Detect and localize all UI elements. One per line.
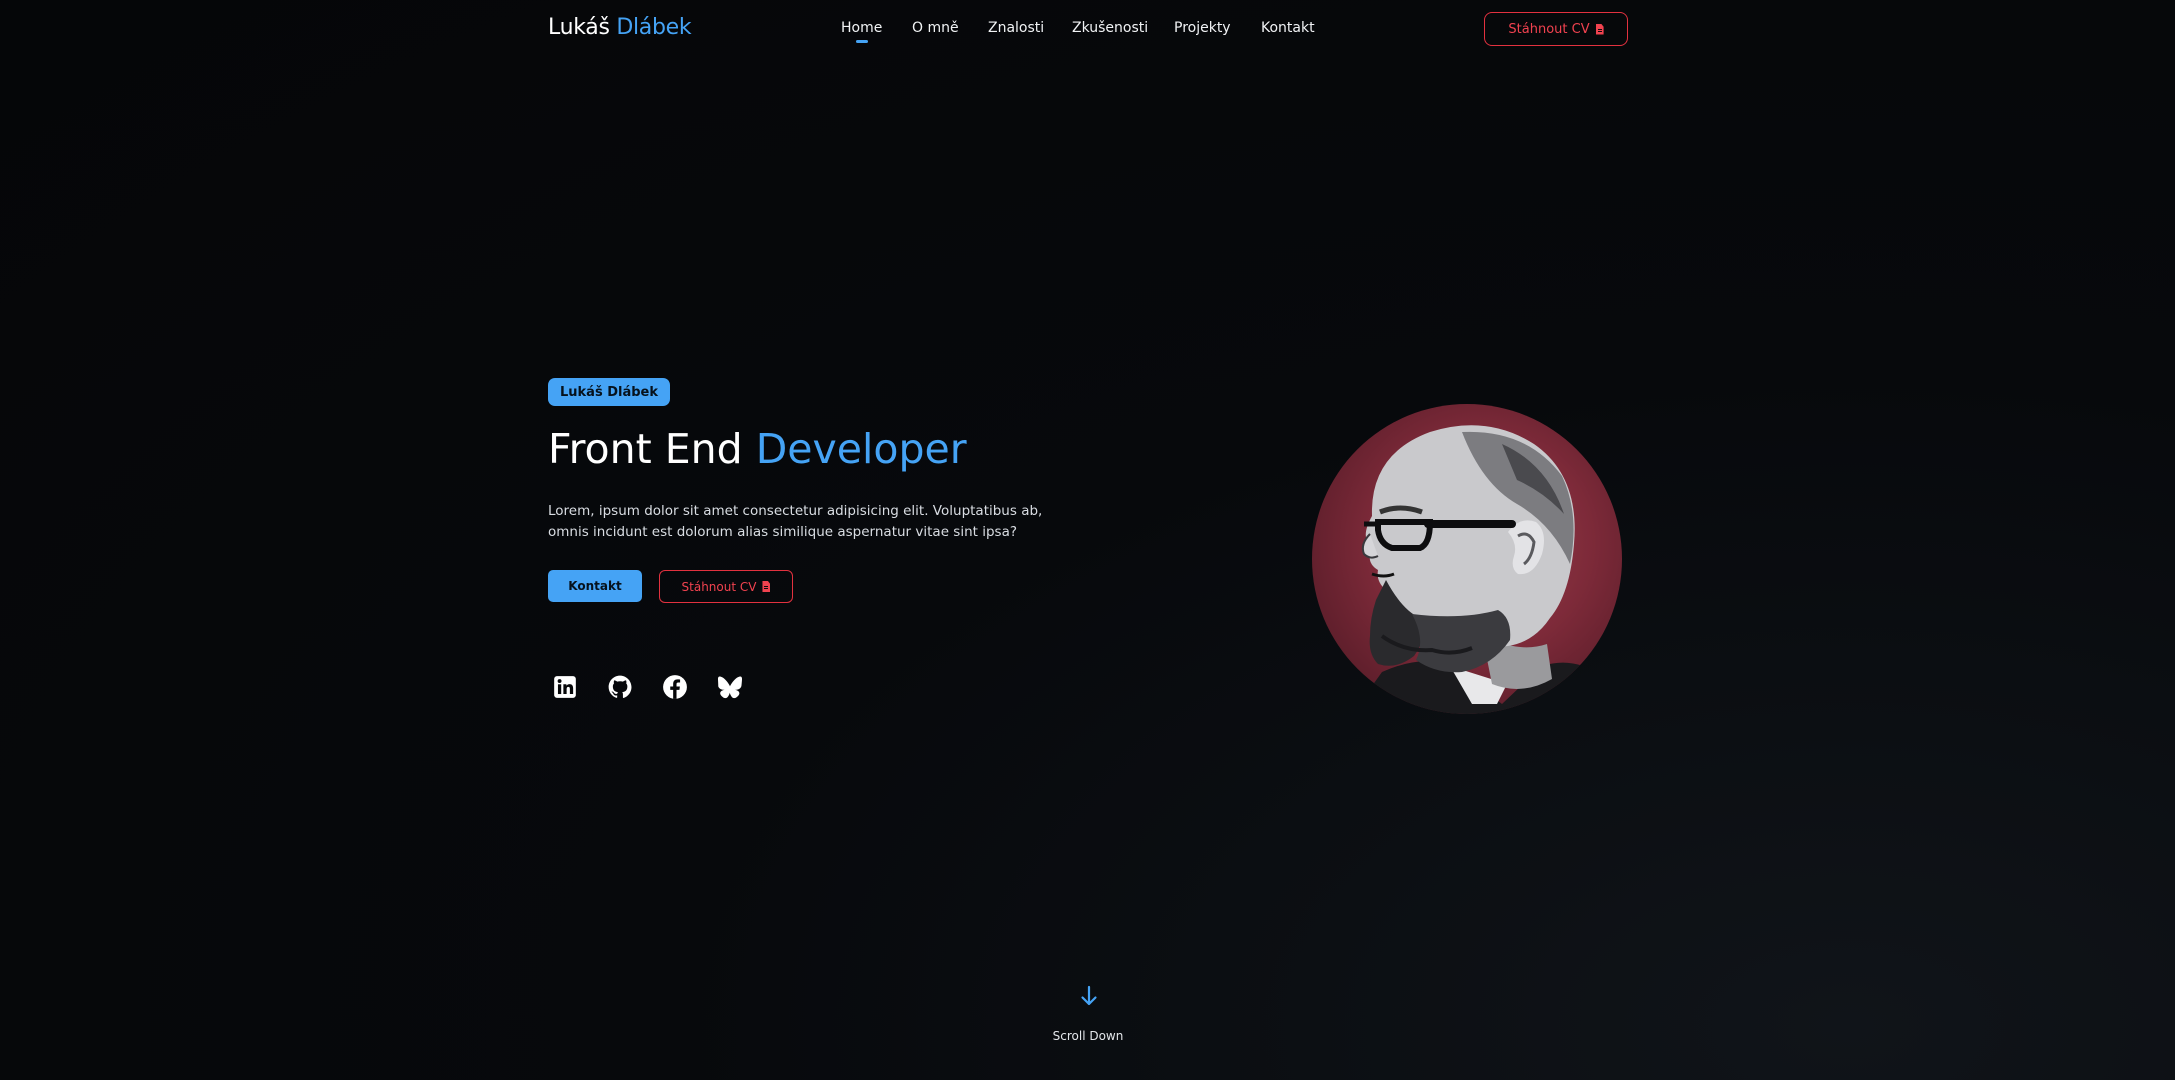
contact-button[interactable]: Kontakt — [548, 570, 642, 602]
main-menu: Home O mně Znalosti Zkušenosti Projekty … — [0, 20, 2175, 44]
nav-item-home[interactable]: Home — [841, 20, 882, 36]
hero-title: Front End Developer — [548, 425, 967, 473]
download-cv-label: Stáhnout CV — [1508, 21, 1590, 37]
scroll-down-label[interactable]: Scroll Down — [1038, 1029, 1138, 1043]
nav-item-kontakt[interactable]: Kontakt — [1261, 20, 1315, 36]
download-cv-button[interactable]: Stáhnout CV — [659, 570, 793, 603]
download-cv-button-label: Stáhnout CV — [681, 579, 757, 594]
nav-item-zkusenosti[interactable]: Zkušenosti — [1072, 20, 1148, 36]
hero-description: Lorem, ipsum dolor sit amet consectetur … — [548, 503, 1043, 540]
file-icon — [762, 581, 771, 592]
nav-item-o-mne[interactable]: O mně — [912, 20, 959, 36]
download-cv-button-nav[interactable]: Stáhnout CV — [1484, 12, 1628, 46]
hero-title-part2: Developer — [755, 425, 967, 473]
linkedin-icon[interactable] — [552, 674, 578, 700]
bluesky-icon[interactable] — [717, 674, 743, 700]
navbar: Lukáš Dlábek Home O mně Znalosti Zkušeno… — [0, 0, 2175, 60]
hero-title-part1: Front End — [548, 425, 743, 473]
profile-photo — [1312, 404, 1622, 714]
nav-item-projekty[interactable]: Projekty — [1174, 20, 1231, 36]
nav-item-znalosti[interactable]: Znalosti — [988, 20, 1044, 36]
file-icon — [1595, 23, 1604, 35]
name-badge: Lukáš Dlábek — [548, 378, 671, 406]
github-icon[interactable] — [607, 674, 633, 700]
page: Lukáš Dlábek Home O mně Znalosti Zkušeno… — [0, 0, 2175, 1080]
facebook-icon[interactable] — [662, 674, 688, 700]
arrow-down-icon[interactable] — [1077, 984, 1101, 1008]
